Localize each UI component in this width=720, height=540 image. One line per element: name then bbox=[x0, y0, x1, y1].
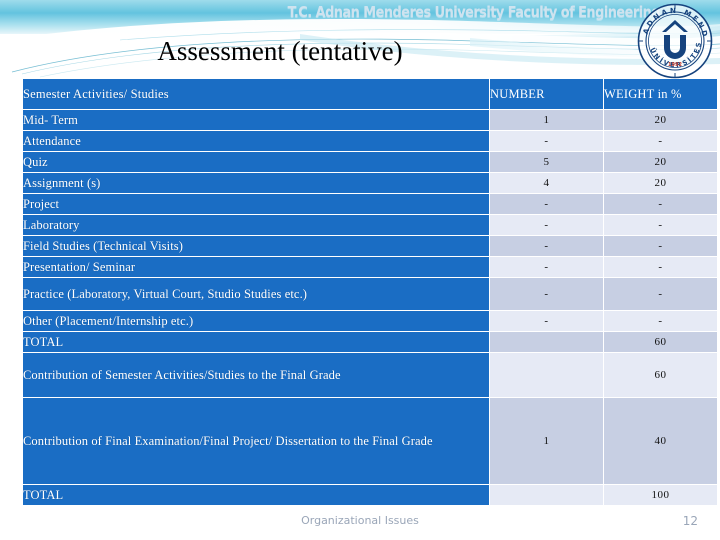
activity-label-cell: Contribution of Final Examination/Final … bbox=[23, 398, 489, 484]
activity-weight-cell: - bbox=[604, 236, 717, 256]
activity-weight-cell: 20 bbox=[604, 173, 717, 193]
activity-number-cell: 4 bbox=[490, 173, 603, 193]
activity-weight-cell: 20 bbox=[604, 152, 717, 172]
activity-number-cell: - bbox=[490, 215, 603, 235]
column-header-number: NUMBER bbox=[490, 79, 603, 109]
table-row: Practice (Laboratory, Virtual Court, Stu… bbox=[23, 278, 720, 310]
table-row: TOTAL 100 bbox=[23, 485, 720, 505]
activity-weight-cell: 40 bbox=[604, 398, 717, 484]
activity-label-cell: TOTAL bbox=[23, 332, 489, 352]
slide-canvas: T.C. Adnan Menderes University Faculty o… bbox=[0, 0, 720, 540]
activity-weight-cell: 60 bbox=[604, 332, 717, 352]
table-row: Mid- Term 1 20 bbox=[23, 110, 720, 130]
activity-label-cell: Practice (Laboratory, Virtual Court, Stu… bbox=[23, 278, 489, 310]
activity-label-cell: Attendance bbox=[23, 131, 489, 151]
activity-label-cell: Presentation/ Seminar bbox=[23, 257, 489, 277]
activity-label-cell: Contribution of Semester Activities/Stud… bbox=[23, 353, 489, 397]
assessment-table: Semester Activities/ Studies NUMBER WEIG… bbox=[22, 78, 720, 506]
table-row: Attendance - - bbox=[23, 131, 720, 151]
table-row: Field Studies (Technical Visits) - - bbox=[23, 236, 720, 256]
activity-number-cell: 1 bbox=[490, 398, 603, 484]
activity-label-cell: Field Studies (Technical Visits) bbox=[23, 236, 489, 256]
activity-weight-cell: - bbox=[604, 278, 717, 310]
activity-number-cell: - bbox=[490, 278, 603, 310]
activity-number-cell: - bbox=[490, 236, 603, 256]
table-row: Other (Placement/Internship etc.) - - bbox=[23, 311, 720, 331]
university-logo: ADNAN MENDERES ÜNİVERSİTESİ 1992 bbox=[632, 0, 714, 80]
activity-weight-cell: - bbox=[604, 311, 717, 331]
activity-weight-cell: - bbox=[604, 194, 717, 214]
activity-number-cell: 1 bbox=[490, 110, 603, 130]
table-row: Presentation/ Seminar - - bbox=[23, 257, 720, 277]
table-body: Mid- Term 1 20 Attendance - - Quiz 5 20 Assignmen… bbox=[23, 110, 720, 505]
activity-weight-cell: 20 bbox=[604, 110, 717, 130]
activity-weight-cell: - bbox=[604, 215, 717, 235]
footer-section-label: Organizational Issues bbox=[301, 514, 419, 527]
column-header-activities: Semester Activities/ Studies bbox=[23, 79, 489, 109]
activity-number-cell bbox=[490, 332, 603, 352]
institution-banner-title: T.C. Adnan Menderes University Faculty o… bbox=[287, 3, 661, 21]
activity-number-cell bbox=[490, 485, 603, 505]
table-row: Quiz 5 20 bbox=[23, 152, 720, 172]
activity-weight-cell: 100 bbox=[604, 485, 717, 505]
activity-weight-cell: - bbox=[604, 257, 717, 277]
activity-weight-cell: - bbox=[604, 131, 717, 151]
page-title: Assessment (tentative) bbox=[157, 36, 403, 66]
table-row: Contribution of Semester Activities/Stud… bbox=[23, 353, 720, 397]
activity-label-cell: Other (Placement/Internship etc.) bbox=[23, 311, 489, 331]
table-row: Project - - bbox=[23, 194, 720, 214]
table-row: TOTAL 60 bbox=[23, 332, 720, 352]
column-header-weight: WEIGHT in % bbox=[604, 79, 717, 109]
university-seal-icon: ADNAN MENDERES ÜNİVERSİTESİ 1992 bbox=[632, 0, 713, 79]
activity-label-cell: Project bbox=[23, 194, 489, 214]
activity-number-cell bbox=[490, 353, 603, 397]
activity-label-cell: Assignment (s) bbox=[23, 173, 489, 193]
table-row: Laboratory - - bbox=[23, 215, 720, 235]
activity-label-cell: Quiz bbox=[23, 152, 489, 172]
activity-label-cell: Laboratory bbox=[23, 215, 489, 235]
activity-number-cell: 5 bbox=[490, 152, 603, 172]
svg-text:1992: 1992 bbox=[668, 62, 682, 68]
activity-number-cell: - bbox=[490, 311, 603, 331]
activity-number-cell: - bbox=[490, 131, 603, 151]
table-row: Contribution of Final Examination/Final … bbox=[23, 398, 720, 484]
activity-label-cell: Mid- Term bbox=[23, 110, 489, 130]
activity-weight-cell: 60 bbox=[604, 353, 717, 397]
table-row: Assignment (s) 4 20 bbox=[23, 173, 720, 193]
activity-number-cell: - bbox=[490, 257, 603, 277]
footer-page-number: 12 bbox=[682, 514, 698, 528]
activity-label-cell: TOTAL bbox=[23, 485, 489, 505]
table-header-row: Semester Activities/ Studies NUMBER WEIG… bbox=[23, 79, 720, 109]
activity-number-cell: - bbox=[490, 194, 603, 214]
